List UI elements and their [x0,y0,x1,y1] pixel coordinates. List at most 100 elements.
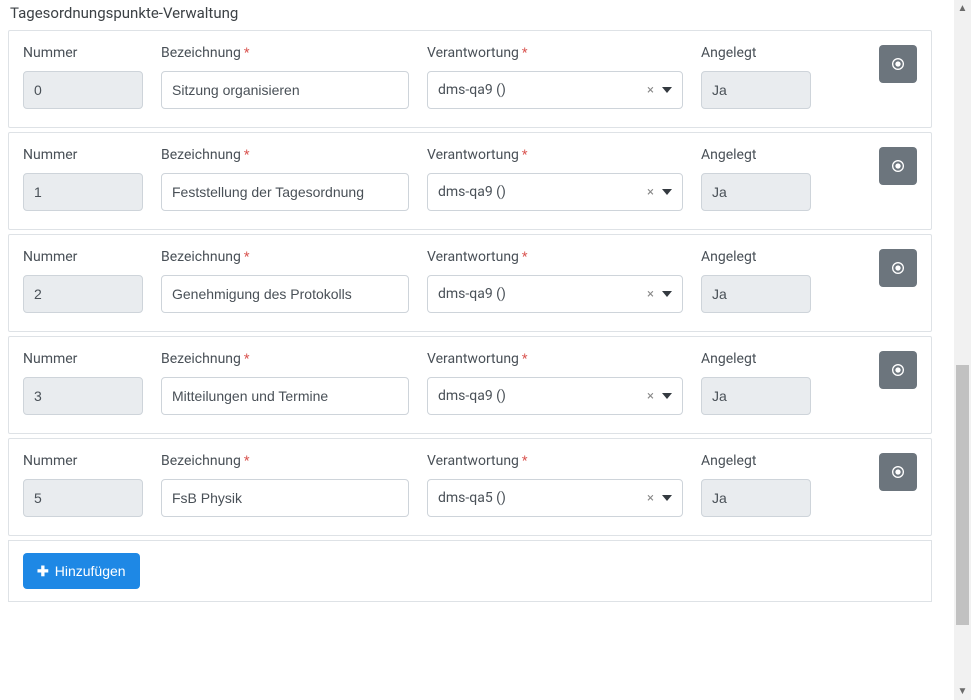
row-action-button[interactable] [879,249,917,287]
bezeichnung-input[interactable] [161,173,409,211]
field-angelegt: Angelegt [701,147,811,211]
field-nummer: Nummer [23,45,143,109]
required-marker: * [244,250,250,265]
section-title: Tagesordnungspunkte-Verwaltung [8,0,932,30]
field-nummer: Nummer [23,249,143,313]
label-verantwortung: Verantwortung* [427,453,683,469]
label-verantwortung: Verantwortung* [427,249,683,265]
required-marker: * [244,46,250,61]
row-action-button[interactable] [879,45,917,83]
scroll-down-arrow-icon[interactable]: ▼ [954,683,971,700]
target-icon [890,158,906,174]
bezeichnung-input[interactable] [161,275,409,313]
field-bezeichnung: Bezeichnung* [161,45,409,109]
label-angelegt: Angelegt [701,249,811,265]
verantwortung-select[interactable]: dms-qa5 () × [427,479,683,517]
row-action-button[interactable] [879,453,917,491]
label-angelegt: Angelegt [701,45,811,61]
target-icon [890,56,906,72]
field-verantwortung: Verantwortung* dms-qa5 () × [427,453,683,517]
clear-icon[interactable]: × [645,491,656,506]
footer-bar: ✚ Hinzufügen [8,540,932,602]
label-nummer: Nummer [23,45,143,61]
required-marker: * [522,454,528,469]
required-marker: * [522,148,528,163]
label-nummer: Nummer [23,351,143,367]
nummer-input [23,377,143,415]
verantwortung-value: dms-qa9 () [438,388,645,404]
field-bezeichnung: Bezeichnung* [161,249,409,313]
label-verantwortung: Verantwortung* [427,351,683,367]
nummer-input [23,71,143,109]
chevron-down-icon[interactable] [662,87,672,93]
clear-icon[interactable]: × [645,83,656,98]
field-angelegt: Angelegt [701,453,811,517]
field-verantwortung: Verantwortung* dms-qa9 () × [427,249,683,313]
label-angelegt: Angelegt [701,453,811,469]
bezeichnung-input[interactable] [161,377,409,415]
field-bezeichnung: Bezeichnung* [161,351,409,415]
field-bezeichnung: Bezeichnung* [161,453,409,517]
verantwortung-select[interactable]: dms-qa9 () × [427,173,683,211]
angelegt-input [701,275,811,313]
clear-icon[interactable]: × [645,389,656,404]
nummer-input [23,479,143,517]
scroll-up-arrow-icon[interactable]: ▲ [954,0,971,17]
label-nummer: Nummer [23,453,143,469]
field-bezeichnung: Bezeichnung* [161,147,409,211]
field-verantwortung: Verantwortung* dms-qa9 () × [427,351,683,415]
field-nummer: Nummer [23,147,143,211]
target-icon [890,362,906,378]
verantwortung-value: dms-qa5 () [438,490,645,506]
add-button[interactable]: ✚ Hinzufügen [23,553,140,589]
angelegt-input [701,71,811,109]
agenda-rows-container: Nummer Bezeichnung* Verantwortung* dms-q… [8,30,932,536]
field-actions [879,453,917,491]
required-marker: * [244,454,250,469]
bezeichnung-input[interactable] [161,479,409,517]
required-marker: * [522,250,528,265]
verantwortung-select[interactable]: dms-qa9 () × [427,275,683,313]
chevron-down-icon[interactable] [662,495,672,501]
row-action-button[interactable] [879,351,917,389]
field-angelegt: Angelegt [701,249,811,313]
agenda-row: Nummer Bezeichnung* Verantwortung* dms-q… [8,438,932,536]
field-actions [879,351,917,389]
label-nummer: Nummer [23,147,143,163]
clear-icon[interactable]: × [645,185,656,200]
field-nummer: Nummer [23,453,143,517]
angelegt-input [701,173,811,211]
angelegt-input [701,377,811,415]
plus-icon: ✚ [37,563,49,580]
agenda-row: Nummer Bezeichnung* Verantwortung* dms-q… [8,336,932,434]
target-icon [890,260,906,276]
field-angelegt: Angelegt [701,45,811,109]
label-bezeichnung: Bezeichnung* [161,147,409,163]
nummer-input [23,275,143,313]
chevron-down-icon[interactable] [662,291,672,297]
add-button-label: Hinzufügen [55,563,126,579]
agenda-row: Nummer Bezeichnung* Verantwortung* dms-q… [8,132,932,230]
nummer-input [23,173,143,211]
verantwortung-select[interactable]: dms-qa9 () × [427,71,683,109]
agenda-row: Nummer Bezeichnung* Verantwortung* dms-q… [8,234,932,332]
label-angelegt: Angelegt [701,351,811,367]
required-marker: * [522,46,528,61]
field-nummer: Nummer [23,351,143,415]
agenda-row: Nummer Bezeichnung* Verantwortung* dms-q… [8,30,932,128]
verantwortung-value: dms-qa9 () [438,184,645,200]
verantwortung-value: dms-qa9 () [438,286,645,302]
verantwortung-select[interactable]: dms-qa9 () × [427,377,683,415]
row-action-button[interactable] [879,147,917,185]
scroll-thumb[interactable] [956,365,969,625]
bezeichnung-input[interactable] [161,71,409,109]
field-angelegt: Angelegt [701,351,811,415]
scrollbar[interactable]: ▲ ▼ [954,0,971,700]
required-marker: * [522,352,528,367]
clear-icon[interactable]: × [645,287,656,302]
chevron-down-icon[interactable] [662,189,672,195]
label-verantwortung: Verantwortung* [427,147,683,163]
label-bezeichnung: Bezeichnung* [161,249,409,265]
chevron-down-icon[interactable] [662,393,672,399]
field-verantwortung: Verantwortung* dms-qa9 () × [427,147,683,211]
